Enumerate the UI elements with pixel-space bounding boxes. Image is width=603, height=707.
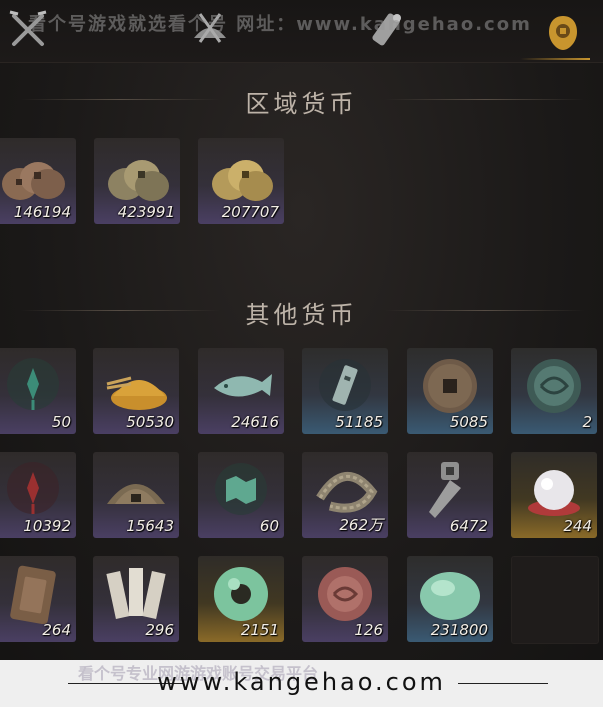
item-count: 146194 <box>13 203 71 221</box>
top-bar: 看个号游戏就选看个号 网址：www.kangehao.com <box>0 0 603 63</box>
footer-watermark-bar: 看个号专业网游游戏账号交易平台 www.kangehao.com <box>0 660 603 707</box>
jade-ring-icon <box>214 567 268 621</box>
gold-coin-stack-icon <box>212 160 273 201</box>
red-stone-disc-icon <box>318 567 372 621</box>
item-count: 60 <box>259 517 279 535</box>
currency-tile[interactable]: 6472 <box>407 452 493 538</box>
item-count: 5085 <box>449 413 488 431</box>
currency-tile[interactable]: 50 <box>0 348 76 434</box>
currency-tile[interactable]: 24616 <box>198 348 284 434</box>
item-count: 2 <box>582 413 592 431</box>
jade-pendant-icon <box>7 358 59 410</box>
bronze-coin-stack-icon <box>108 160 169 201</box>
half-round-coin-icon <box>107 484 165 504</box>
section-title-other: 其他货币 <box>245 301 358 329</box>
item-count: 207707 <box>221 203 279 221</box>
currency-tile[interactable]: 2 <box>511 348 597 434</box>
item-count: 244 <box>563 517 592 535</box>
item-count: 6472 <box>449 517 488 535</box>
item-count: 126 <box>354 621 383 639</box>
currency-tile[interactable]: 207707 <box>198 138 284 224</box>
currency-tile[interactable]: 10392 <box>0 452 76 538</box>
currency-tile[interactable]: 51185 <box>302 348 388 434</box>
item-count: 2151 <box>240 621 279 639</box>
item-count: 296 <box>145 621 174 639</box>
item-count: 423991 <box>117 203 175 221</box>
grain-pile-icon <box>106 376 167 410</box>
coin-string-icon <box>316 471 378 513</box>
item-count: 50530 <box>126 413 174 431</box>
item-count: 15643 <box>126 517 174 535</box>
footer-url: www.kangehao.com <box>157 668 446 696</box>
currency-tile[interactable]: 262万 <box>302 452 388 538</box>
jade-map-icon <box>215 463 267 515</box>
red-pendant-icon <box>7 462 59 514</box>
token-tablet-icon <box>319 359 371 411</box>
item-count: 10392 <box>23 517 71 535</box>
item-count: 264 <box>42 621 71 639</box>
currency-tile[interactable]: 15643 <box>93 452 179 538</box>
watermark-top: 看个号游戏就选看个号 网址：www.kangehao.com <box>28 14 532 35</box>
square-hole-coin-icon <box>423 359 477 413</box>
currency-tile[interactable]: 50530 <box>93 348 179 434</box>
empty-slot <box>511 556 599 644</box>
item-count: 50 <box>51 413 71 431</box>
item-count: 262万 <box>339 516 383 534</box>
carved-stone-disc-icon <box>527 359 581 413</box>
currency-tile[interactable]: 296 <box>93 556 179 642</box>
copper-coin-stack-icon <box>2 162 65 200</box>
spade-coin-icon <box>429 462 461 518</box>
currency-tile[interactable]: 423991 <box>94 138 180 224</box>
section-title-regional: 区域货币 <box>245 90 358 118</box>
pearl-icon <box>528 470 580 516</box>
currency-tile[interactable]: 126 <box>302 556 388 642</box>
coin-badge-icon[interactable] <box>547 14 579 52</box>
top-accent <box>520 58 590 60</box>
item-count: 231800 <box>430 621 488 639</box>
currency-tile[interactable]: 5085 <box>407 348 493 434</box>
item-count: 51185 <box>335 413 383 431</box>
paper-slips-icon <box>106 568 166 619</box>
currency-tile[interactable]: 146194 <box>0 138 76 224</box>
currency-tile[interactable]: 244 <box>511 452 597 538</box>
jade-fish-icon <box>214 374 272 397</box>
currency-tile[interactable]: 231800 <box>407 556 493 642</box>
item-count: 24616 <box>231 413 279 431</box>
currency-tile[interactable]: 60 <box>198 452 284 538</box>
currency-tile[interactable]: 2151 <box>198 556 284 642</box>
bronze-plaque-icon <box>10 565 56 624</box>
currency-tile[interactable]: 264 <box>0 556 76 642</box>
jade-stone-icon <box>420 572 480 620</box>
